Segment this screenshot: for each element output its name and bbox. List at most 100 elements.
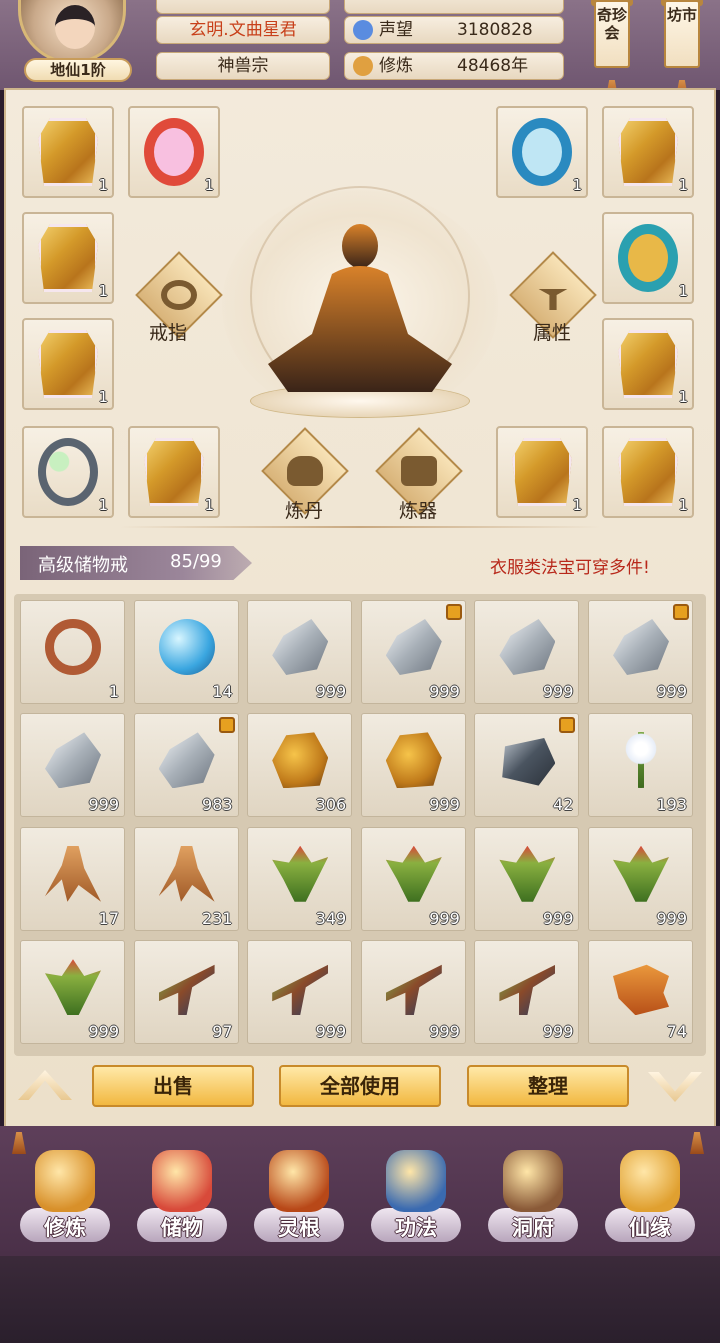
- inventory-slot[interactable]: 999: [20, 940, 125, 1045]
- nav-item-cave[interactable]: 洞府: [478, 1128, 588, 1254]
- inventory-slot[interactable]: 999: [360, 826, 466, 931]
- equip-slot[interactable]: 1: [602, 106, 694, 198]
- root-herb-icon: [158, 845, 215, 902]
- berry-branch-icon: [272, 964, 329, 1016]
- ore-icon: [272, 619, 329, 675]
- inventory-slot[interactable]: 999: [588, 826, 693, 931]
- cave-nav-icon: [503, 1150, 563, 1212]
- slot-count: 1: [678, 496, 688, 514]
- inventory-slot[interactable]: 17: [20, 826, 125, 931]
- golden-robe-icon: [38, 330, 98, 398]
- treasure-fair-banner[interactable]: 奇珍会: [594, 0, 630, 68]
- market-banner[interactable]: 坊市: [664, 0, 700, 68]
- nav-row: 修炼 储物 灵根 功法 洞府 仙缘: [10, 1128, 710, 1254]
- realm-rank: 地仙1阶: [24, 58, 132, 82]
- equip-slot[interactable]: 1: [128, 426, 220, 518]
- inventory-slot[interactable]: 193: [588, 713, 693, 818]
- inventory-slot[interactable]: 983: [133, 713, 239, 818]
- nav-label: 仙缘: [629, 1216, 671, 1240]
- slot-count: 1: [98, 388, 108, 406]
- cultivation-stat: 修炼 48468年: [344, 52, 564, 80]
- alchemy-function-button[interactable]: 炼丹: [260, 427, 350, 534]
- item-count: 999: [88, 795, 119, 815]
- slot-count: 1: [572, 176, 582, 194]
- player-sect: 神兽宗: [156, 52, 330, 80]
- lock-icon: [673, 604, 689, 620]
- nav-item-pouch[interactable]: 储物: [127, 1128, 237, 1254]
- equip-slot[interactable]: 1: [22, 426, 114, 518]
- ore-icon: [45, 732, 101, 789]
- slot-count: 1: [678, 282, 688, 300]
- inventory-cells: 1 14 999 999 999 999 999 983 306 999 42 193 17 231 349…: [20, 600, 700, 1052]
- inventory-slot[interactable]: 306: [247, 713, 353, 818]
- hidden-stat-top: [344, 0, 564, 14]
- inventory-slot[interactable]: 999: [247, 600, 353, 704]
- azure-ring-icon: [512, 118, 572, 186]
- crystal-orb-icon: [158, 619, 215, 675]
- inventory-slot[interactable]: 1: [20, 600, 125, 704]
- forge-function-button[interactable]: 炼器: [374, 427, 464, 534]
- fire-ring-icon: [144, 118, 204, 186]
- ore-icon: [385, 619, 442, 675]
- equip-slot[interactable]: 1: [496, 106, 588, 198]
- gold-ore-icon: [272, 732, 329, 789]
- cultivation-label: 修炼: [379, 56, 413, 76]
- equip-slot[interactable]: 1: [496, 426, 588, 518]
- equip-slot[interactable]: 1: [22, 212, 114, 304]
- attributes-function-button[interactable]: 属性: [508, 251, 598, 358]
- equip-slot[interactable]: 1: [128, 106, 220, 198]
- item-count: 17: [98, 908, 119, 928]
- berry-branch-icon: [385, 964, 442, 1016]
- equip-slot[interactable]: 1: [602, 426, 694, 518]
- inventory-slot[interactable]: 999: [20, 713, 125, 818]
- slot-count: 1: [678, 176, 688, 194]
- inventory-slot[interactable]: 42: [474, 713, 580, 818]
- white-lily-icon: [613, 732, 669, 789]
- inventory-slot[interactable]: 999: [360, 713, 466, 818]
- nav-item-meditate[interactable]: 修炼: [10, 1128, 120, 1254]
- cordyceps-icon: [613, 964, 669, 1016]
- inventory-slot[interactable]: 999: [588, 600, 693, 704]
- inventory-slot[interactable]: 999: [360, 940, 466, 1045]
- inventory-slot[interactable]: 999: [360, 600, 466, 704]
- equip-slot[interactable]: 1: [22, 106, 114, 198]
- sell-button[interactable]: 出售: [92, 1065, 254, 1107]
- item-count: 999: [542, 908, 574, 928]
- reputation-label: 声望: [379, 20, 413, 40]
- item-count: 999: [429, 1022, 460, 1042]
- nav-item-gourd[interactable]: 仙缘: [595, 1128, 705, 1254]
- inventory-slot[interactable]: 999: [474, 826, 580, 931]
- storage-capacity: 85/99: [170, 551, 222, 572]
- nav-item-scripture[interactable]: 功法: [361, 1128, 471, 1254]
- gold-ore-icon: [385, 732, 442, 789]
- golden-robe-icon: [38, 224, 98, 292]
- equip-slot[interactable]: 1: [602, 212, 694, 304]
- inventory-slot[interactable]: 999: [247, 940, 353, 1045]
- equip-slot[interactable]: 1: [22, 318, 114, 410]
- inventory-slot[interactable]: 349: [247, 826, 353, 931]
- inventory-slot[interactable]: 999: [474, 600, 580, 704]
- cultivation-value: 48468年: [457, 56, 529, 76]
- storage-tip: 衣服类法宝可穿多件!: [490, 558, 650, 578]
- cauldron-icon: [287, 456, 323, 486]
- ring-function-button[interactable]: 戒指: [134, 251, 224, 358]
- equip-slot[interactable]: 1: [602, 318, 694, 410]
- nav-item-spirit-root[interactable]: 灵根: [244, 1128, 354, 1254]
- item-count: 42: [553, 795, 574, 815]
- use-all-button[interactable]: 全部使用: [279, 1065, 441, 1107]
- sort-button[interactable]: 整理: [467, 1065, 629, 1107]
- nav-label: 功法: [395, 1216, 437, 1240]
- inventory-slot[interactable]: 231: [133, 826, 239, 931]
- nav-label: 灵根: [278, 1216, 320, 1240]
- inventory-slot[interactable]: 74: [588, 940, 693, 1045]
- herb-icon: [272, 845, 329, 902]
- golden-robe-icon: [144, 438, 204, 506]
- item-count: 999: [542, 1022, 574, 1042]
- bottom-safe-area: [0, 1256, 720, 1343]
- inventory-slot[interactable]: 97: [133, 940, 239, 1045]
- inventory-slot[interactable]: 999: [474, 940, 580, 1045]
- item-count: 999: [656, 682, 687, 701]
- item-count: 999: [656, 908, 687, 928]
- item-count: 999: [429, 795, 460, 815]
- inventory-slot[interactable]: 14: [133, 600, 239, 704]
